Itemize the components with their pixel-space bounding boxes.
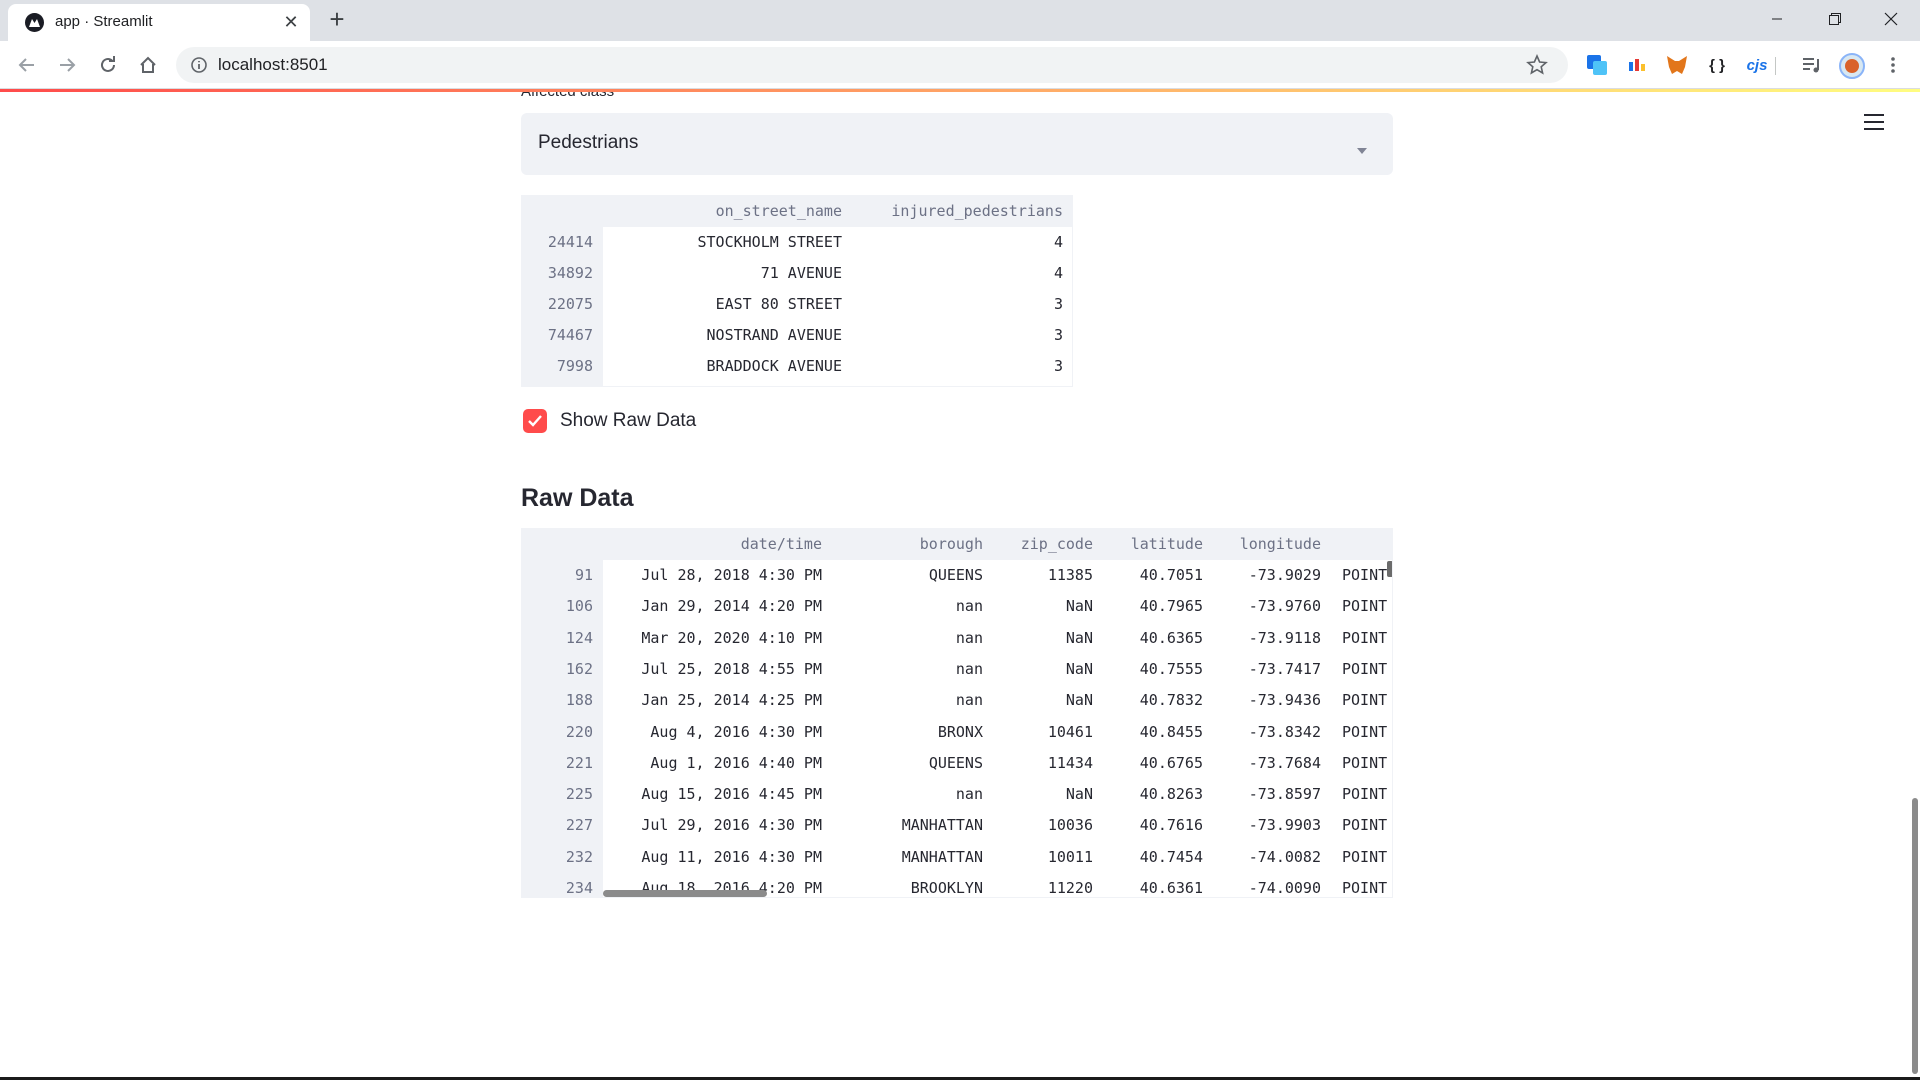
metamask-icon[interactable]: [1664, 52, 1690, 78]
streamlit-app: Affected class Pedestrians on_street_nam…: [0, 92, 1920, 1080]
page-scrollbar[interactable]: [1912, 798, 1918, 1074]
table-cell[interactable]: POINT: [1342, 623, 1392, 654]
table-cell[interactable]: -73.8342: [1061, 717, 1321, 748]
window-close-button[interactable]: [1862, 0, 1920, 38]
table-cell[interactable]: -73.7417: [1061, 654, 1321, 685]
streamlit-favicon-icon: [25, 13, 44, 32]
table-cell[interactable]: POINT: [1342, 685, 1392, 716]
table-cell[interactable]: POINT: [1342, 560, 1392, 591]
table-cell[interactable]: -73.8597: [1061, 779, 1321, 810]
table-cell[interactable]: -73.9903: [1061, 810, 1321, 841]
browser-toolbar: localhost:8501 { } cjs: [0, 41, 1920, 89]
top-streets-dataframe[interactable]: on_street_name injured_pedestrians 24414 ST…: [521, 195, 1073, 387]
table-cell[interactable]: POINT: [1342, 717, 1392, 748]
window-minimize-button[interactable]: [1748, 0, 1806, 38]
forward-icon[interactable]: [55, 53, 79, 77]
table-cell[interactable]: -73.9760: [1061, 591, 1321, 622]
tab-close-icon[interactable]: ✕: [280, 11, 302, 33]
url-text[interactable]: localhost:8501: [218, 55, 328, 75]
main-menu-icon[interactable]: [1864, 114, 1884, 132]
table-cell[interactable]: POINT: [1342, 748, 1392, 779]
address-bar[interactable]: localhost:8501: [176, 47, 1568, 83]
column-header[interactable]: injured_pedestrians: [803, 196, 1063, 227]
table-cell[interactable]: POINT: [1342, 842, 1392, 873]
vertical-scrollbar[interactable]: [1387, 561, 1392, 577]
table-cell[interactable]: POINT: [1342, 654, 1392, 685]
cjs-icon[interactable]: cjs: [1744, 52, 1770, 78]
horizontal-scrollbar[interactable]: [603, 890, 767, 897]
browser-tab-strip: app · Streamlit ✕ +: [0, 0, 1920, 41]
color-picker-icon[interactable]: [1624, 52, 1650, 78]
table-cell[interactable]: POINT: [1342, 779, 1392, 810]
caret-down-icon: [1357, 141, 1367, 159]
affected-class-selectbox[interactable]: Pedestrians: [521, 113, 1393, 175]
table-cell[interactable]: POINT: [1342, 873, 1392, 897]
raw-data-dataframe[interactable]: date/time borough zip_code latitude longitud…: [521, 528, 1393, 898]
site-info-icon[interactable]: [190, 56, 208, 79]
checkbox-label: Show Raw Data: [560, 410, 697, 431]
selectbox-value: Pedestrians: [538, 132, 639, 153]
media-controls-icon[interactable]: [1799, 52, 1825, 78]
browser-menu-icon[interactable]: [1880, 52, 1906, 78]
selectbox-label: Affected class: [521, 92, 614, 100]
bookmark-star-icon[interactable]: [1526, 53, 1548, 81]
toolbar-separator: [1775, 57, 1776, 75]
home-icon[interactable]: [136, 53, 160, 77]
table-cell[interactable]: -73.9029: [1061, 560, 1321, 591]
table-cell[interactable]: -73.9118: [1061, 623, 1321, 654]
table-cell[interactable]: -73.7684: [1061, 748, 1321, 779]
table-cell[interactable]: POINT: [1342, 591, 1392, 622]
table-cell[interactable]: 3: [803, 289, 1063, 320]
browser-tab[interactable]: app · Streamlit ✕: [8, 4, 310, 41]
table-cell[interactable]: 4: [803, 258, 1063, 289]
screen-capture-icon[interactable]: [1584, 52, 1610, 78]
raw-data-heading: Raw Data: [521, 484, 634, 512]
new-tab-button[interactable]: +: [323, 6, 351, 34]
table-cell[interactable]: 3: [803, 351, 1063, 382]
table-cell[interactable]: -74.0082: [1061, 842, 1321, 873]
profile-avatar[interactable]: [1839, 53, 1865, 79]
table-cell[interactable]: -73.9436: [1061, 685, 1321, 716]
reload-icon[interactable]: [96, 53, 120, 77]
column-header[interactable]: [1082, 529, 1342, 560]
back-icon[interactable]: [15, 53, 39, 77]
table-cell[interactable]: -74.0090: [1061, 873, 1321, 897]
window-restore-button[interactable]: [1806, 0, 1864, 38]
table-cell[interactable]: POINT: [1342, 810, 1392, 841]
table-cell[interactable]: 3: [803, 320, 1063, 351]
tab-title: app · Streamlit: [55, 13, 153, 30]
checkbox-checked-icon[interactable]: [523, 409, 547, 433]
json-viewer-icon[interactable]: { }: [1704, 52, 1730, 78]
table-cell[interactable]: 4: [803, 227, 1063, 258]
